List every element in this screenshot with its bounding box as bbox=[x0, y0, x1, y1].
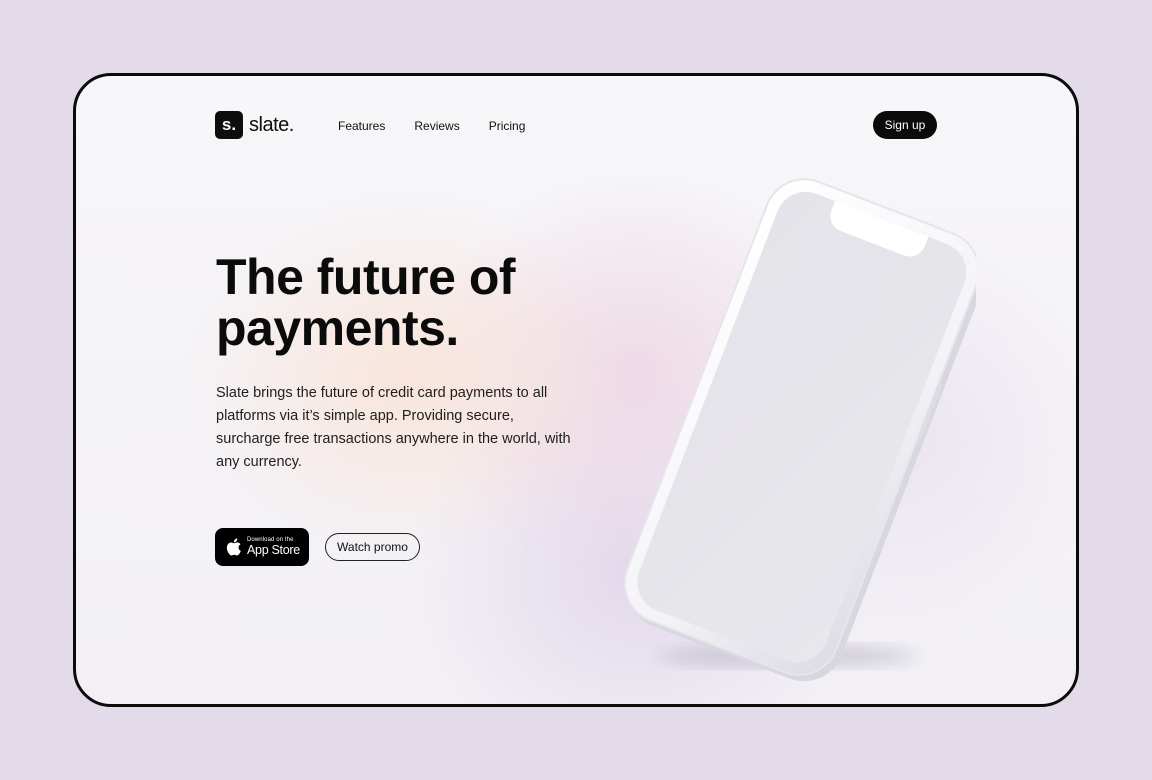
nav-link-reviews[interactable]: Reviews bbox=[414, 119, 459, 133]
phone-illustration bbox=[623, 178, 984, 682]
app-store-label: App Store bbox=[247, 543, 300, 558]
hero-title-line2: payments. bbox=[216, 300, 459, 356]
nav-link-features[interactable]: Features bbox=[338, 119, 385, 133]
nav-link-pricing[interactable]: Pricing bbox=[489, 119, 526, 133]
hero-title: The future of payments. bbox=[216, 252, 636, 354]
app-store-button[interactable]: Download on the App Store bbox=[215, 528, 309, 566]
app-store-text: Download on the App Store bbox=[247, 537, 300, 557]
sign-up-button[interactable]: Sign up bbox=[873, 111, 937, 139]
phone-mockup bbox=[576, 176, 984, 696]
nav-links: Features Reviews Pricing bbox=[338, 119, 554, 133]
watch-promo-button[interactable]: Watch promo bbox=[325, 533, 420, 561]
hero-title-line1: The future of bbox=[216, 249, 516, 305]
landing-page-frame: s. slate. Features Reviews Pricing Sign … bbox=[73, 73, 1079, 707]
brand-name: slate. bbox=[249, 113, 294, 136]
apple-icon bbox=[226, 538, 241, 556]
top-nav: s. slate. Features Reviews Pricing Sign … bbox=[76, 76, 1076, 176]
brand-logo[interactable]: s. slate. bbox=[215, 111, 294, 139]
hero-description: Slate brings the future of credit card p… bbox=[216, 385, 571, 470]
logo-icon: s. bbox=[215, 111, 243, 139]
